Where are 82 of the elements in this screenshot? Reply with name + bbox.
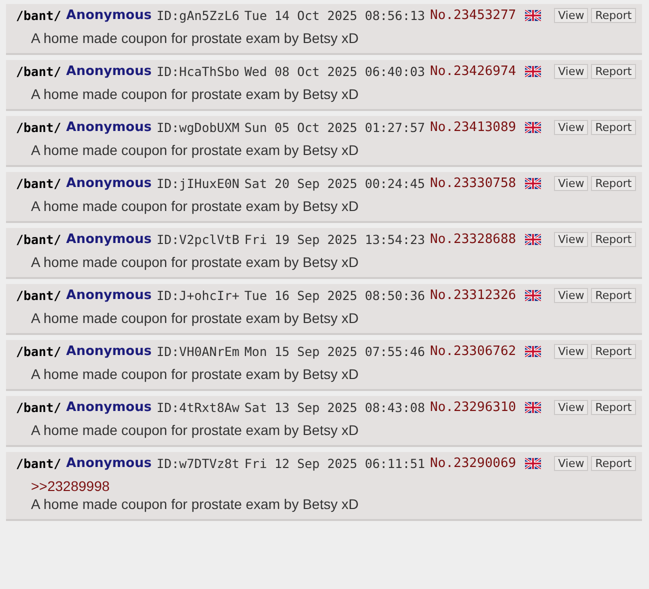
- report-button[interactable]: Report: [591, 64, 636, 79]
- post-number[interactable]: No.23306762: [430, 344, 516, 359]
- post-comment: A home made coupon for prostate exam by Betsy xD: [31, 366, 360, 382]
- view-button[interactable]: View: [554, 288, 588, 303]
- board-name: /bant/: [16, 456, 62, 471]
- board-name: /bant/: [16, 344, 62, 359]
- view-button[interactable]: View: [554, 400, 588, 415]
- post-date: Wed 08 Oct 2025 06:40:03: [244, 64, 426, 79]
- post-date: Fri 19 Sep 2025 13:54:23: [244, 232, 426, 247]
- view-button[interactable]: View: [554, 232, 588, 247]
- flag-icon: [525, 402, 542, 413]
- board-name: /bant/: [16, 232, 62, 247]
- flag-icon: [525, 178, 542, 189]
- post-comment: A home made coupon for prostate exam by Betsy xD: [31, 198, 360, 214]
- post-comment: A home made coupon for prostate exam by Betsy xD: [31, 142, 360, 158]
- post-comment: A home made coupon for prostate exam by Betsy xD: [31, 310, 360, 326]
- poster-name: Anonymous: [66, 64, 152, 79]
- poster-name: Anonymous: [66, 288, 152, 303]
- post-number[interactable]: No.23312326: [430, 288, 516, 303]
- board-name: /bant/: [16, 64, 62, 79]
- poster-name: Anonymous: [66, 456, 152, 471]
- report-button[interactable]: Report: [591, 288, 636, 303]
- view-button[interactable]: View: [554, 456, 588, 471]
- post-date: Fri 12 Sep 2025 06:11:51: [244, 456, 426, 471]
- post-number[interactable]: No.23290069: [430, 456, 516, 471]
- post-date: Mon 15 Sep 2025 07:55:46: [244, 344, 426, 359]
- post-date: Sun 05 Oct 2025 01:27:57: [244, 120, 426, 135]
- report-button[interactable]: Report: [591, 344, 636, 359]
- post-comment: A home made coupon for prostate exam by Betsy xD: [31, 86, 360, 102]
- poster-id: ID:4tRxt8Aw: [156, 400, 240, 415]
- poster-name: Anonymous: [66, 344, 152, 359]
- post-comment: A home made coupon for prostate exam by Betsy xD: [31, 496, 360, 512]
- poster-id: ID:wgDobUXM: [156, 120, 240, 135]
- view-button[interactable]: View: [554, 8, 588, 23]
- view-button[interactable]: View: [554, 120, 588, 135]
- post-date: Sat 20 Sep 2025 00:24:45: [244, 176, 426, 191]
- view-button[interactable]: View: [554, 176, 588, 191]
- post-number[interactable]: No.23330758: [430, 176, 516, 191]
- post-comment: A home made coupon for prostate exam by Betsy xD: [31, 254, 360, 270]
- poster-id: ID:w7DTVz8t: [156, 456, 240, 471]
- flag-icon: [525, 290, 542, 301]
- flag-icon: [525, 234, 542, 245]
- post-date: Tue 16 Sep 2025 08:50:36: [244, 288, 426, 303]
- poster-id: ID:gAn5ZzL6: [156, 8, 240, 23]
- quote-link[interactable]: >>23289998: [31, 478, 636, 494]
- poster-name: Anonymous: [66, 400, 152, 415]
- view-button[interactable]: View: [554, 344, 588, 359]
- post-number[interactable]: No.23413089: [430, 120, 516, 135]
- post-comment: A home made coupon for prostate exam by Betsy xD: [31, 30, 360, 46]
- board-name: /bant/: [16, 288, 62, 303]
- flag-icon: [525, 458, 542, 469]
- report-button[interactable]: Report: [591, 176, 636, 191]
- flag-icon: [525, 10, 542, 21]
- poster-name: Anonymous: [66, 8, 152, 23]
- report-button[interactable]: Report: [591, 8, 636, 23]
- view-button[interactable]: View: [554, 64, 588, 79]
- poster-id: ID:J+ohcIr+: [156, 288, 240, 303]
- board-name: /bant/: [16, 8, 62, 23]
- report-button[interactable]: Report: [591, 232, 636, 247]
- report-button[interactable]: Report: [591, 400, 636, 415]
- board-name: /bant/: [16, 176, 62, 191]
- poster-name: Anonymous: [66, 120, 152, 135]
- post-number[interactable]: No.23453277: [430, 8, 516, 23]
- post-number[interactable]: No.23426974: [430, 64, 516, 79]
- post-number[interactable]: No.23328688: [430, 232, 516, 247]
- post-number[interactable]: No.23296310: [430, 400, 516, 415]
- report-button[interactable]: Report: [591, 456, 636, 471]
- poster-name: Anonymous: [66, 232, 152, 247]
- poster-name: Anonymous: [66, 176, 152, 191]
- flag-icon: [525, 122, 542, 133]
- poster-id: ID:V2pclVtB: [156, 232, 240, 247]
- post-date: Tue 14 Oct 2025 08:56:13: [244, 8, 426, 23]
- report-button[interactable]: Report: [591, 120, 636, 135]
- post-date: Sat 13 Sep 2025 08:43:08: [244, 400, 426, 415]
- poster-id: ID:jIHuxE0N: [156, 176, 240, 191]
- board-name: /bant/: [16, 120, 62, 135]
- board-name: /bant/: [16, 400, 62, 415]
- post-comment: A home made coupon for prostate exam by Betsy xD: [31, 422, 360, 438]
- flag-icon: [525, 346, 542, 357]
- poster-id: ID:VH0ANrEm: [156, 344, 240, 359]
- flag-icon: [525, 66, 542, 77]
- poster-id: ID:HcaThSbo: [156, 64, 240, 79]
